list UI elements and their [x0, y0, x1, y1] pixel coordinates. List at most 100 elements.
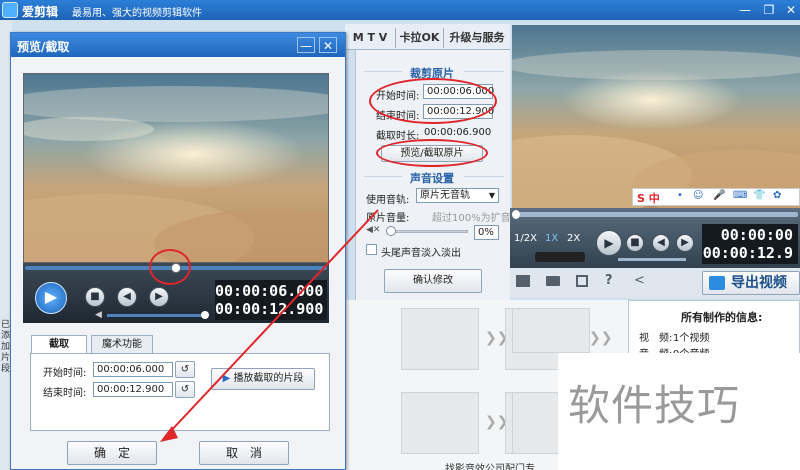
right-seek-handle[interactable]	[512, 210, 520, 219]
dialog-play-button[interactable]: ▶	[35, 282, 67, 314]
right-play-button[interactable]: ▶	[596, 230, 622, 256]
play-clip-icon: ▶	[222, 373, 234, 384]
duration-label: 截取时长:	[376, 131, 420, 142]
mute-speaker-icon[interactable]: ◀✕	[366, 225, 380, 235]
dialog-volume-slider[interactable]	[107, 314, 203, 317]
right-player-controls: 1/2X 1X 2X ▶ ■ ◀ ▶ 00:00:00 00:00:12.9	[510, 208, 800, 268]
crop-tab-body: 开始时间: 00:00:06.000 ↺ 结束时间: 00:00:12.900 …	[30, 353, 330, 431]
fade-checkbox[interactable]	[366, 244, 377, 255]
volume-hint: 超过100%为扩音	[432, 213, 511, 224]
dialog-player-controls: ▶ ■ ◀ ▶ ◀ 00:00:06.000 00:00:12.900	[23, 263, 329, 323]
tab-karaoke[interactable]: 卡拉OK	[395, 28, 443, 48]
keyboard-icon[interactable]: ⌨	[733, 190, 747, 201]
dialog-end-field[interactable]: 00:00:12.900	[93, 382, 173, 397]
ime-icon-dot[interactable]: •	[677, 190, 683, 201]
tab-upgrade-service[interactable]: 升级与服务	[443, 28, 510, 48]
volume-label: 原片音量:	[366, 213, 410, 224]
app-logo-icon	[2, 2, 18, 18]
export-video-button[interactable]: 导出视频	[702, 271, 800, 295]
tab-crop[interactable]: 截取	[31, 335, 87, 353]
speed-half[interactable]: 1/2X	[514, 233, 537, 244]
app-slogan: 最易用、强大的视频剪辑软件	[72, 8, 202, 19]
track-select-value: 原片无音轨	[420, 190, 470, 201]
dialog-speaker-icon[interactable]: ◀	[95, 310, 102, 320]
save-icon[interactable]	[576, 275, 588, 287]
dialog-title: 预览/截取	[17, 40, 70, 54]
dialog-start-pick-icon[interactable]: ↺	[175, 361, 195, 378]
emoji-icon[interactable]: ☺	[693, 190, 703, 201]
skin-icon[interactable]: 👕	[753, 190, 765, 201]
dialog-ok-button[interactable]: 确 定	[67, 441, 157, 465]
right-seek-bar[interactable]	[512, 212, 798, 217]
dialog-time-total: 00:00:12.900	[215, 300, 324, 318]
dialog-stop-button[interactable]: ■	[85, 287, 105, 307]
dialog-start-field[interactable]: 00:00:06.000	[93, 362, 173, 377]
speed-1x[interactable]: 1X	[545, 233, 558, 244]
folder-icon[interactable]	[546, 276, 560, 286]
watermark-text: 软件技巧	[568, 381, 741, 430]
film-icon[interactable]	[516, 275, 530, 287]
stats-panel: 所有制作的信息: 视 频: 1个视频 音 频: 0个音频	[628, 300, 800, 360]
right-stop-button[interactable]: ■	[626, 234, 644, 252]
clip-slot[interactable]	[401, 308, 479, 370]
dialog-minimize-button[interactable]: —	[297, 37, 315, 53]
preview-crop-dialog: 预览/截取 — ✕ ▶ ■ ◀ ▶ ◀ 00:00:06.000 00:00:1…	[10, 32, 346, 470]
dialog-end-label: 结束时间:	[43, 388, 87, 399]
dialog-volume-handle[interactable]	[201, 311, 209, 319]
dialog-prev-frame-button[interactable]: ◀	[117, 287, 137, 307]
dialog-end-pick-icon[interactable]: ↺	[175, 381, 195, 398]
share-icon[interactable]: <	[634, 273, 645, 288]
volume-value-field[interactable]: 0%	[474, 225, 499, 240]
restore-button[interactable]: ❐	[760, 1, 778, 19]
chevron-right-icon: ❯❯	[589, 330, 613, 346]
dialog-title-bar: 预览/截取 — ✕	[11, 33, 345, 57]
minimize-button[interactable]: —	[736, 1, 754, 19]
speed-2x[interactable]: 2X	[567, 233, 580, 244]
end-time-label: 结束时间:	[376, 111, 420, 122]
tab-mtv[interactable]: M T V	[345, 28, 395, 48]
start-time-field[interactable]: 00:00:06.000	[423, 84, 494, 99]
right-next-frame-button[interactable]: ▶	[676, 234, 694, 252]
dialog-next-frame-button[interactable]: ▶	[149, 287, 169, 307]
export-video-label: 导出视频	[731, 275, 787, 291]
start-time-label: 开始时间:	[376, 91, 420, 102]
close-window-button[interactable]: ✕	[782, 1, 800, 19]
volume-slider-handle[interactable]	[386, 226, 396, 236]
microphone-icon[interactable]: 🎤	[713, 190, 725, 201]
play-clip-button[interactable]: ▶ 播放截取的片段	[211, 368, 315, 390]
export-toolbar: ? < 导出视频	[510, 268, 800, 298]
play-clip-label: 播放截取的片段	[233, 373, 304, 384]
right-time-total: 00:00:12.9	[702, 244, 793, 262]
duration-value: 00:00:06.900	[424, 127, 492, 138]
end-time-field[interactable]: 00:00:12.900	[423, 104, 494, 119]
dialog-start-label: 开始时间:	[43, 368, 87, 379]
export-icon	[709, 276, 725, 290]
right-volume-slider[interactable]	[618, 258, 686, 261]
settings-flower-icon[interactable]: ✿	[773, 190, 781, 201]
confirm-edit-button[interactable]: 确认修改	[384, 269, 482, 293]
preview-crop-button[interactable]: 预览/截取原片	[381, 145, 483, 162]
dialog-video-preview	[23, 73, 329, 263]
ime-toolbar[interactable]: S 中 • ☺ 🎤 ⌨ 👕 ✿	[632, 188, 800, 206]
dialog-close-button[interactable]: ✕	[319, 37, 337, 53]
fade-label: 头尾声音淡入淡出	[381, 248, 461, 259]
right-time-current: 00:00:00	[720, 226, 793, 244]
help-icon[interactable]: ?	[605, 273, 613, 288]
track-label: 使用音轨:	[366, 195, 410, 206]
app-title-bar: 爱剪辑 最易用、强大的视频剪辑软件 — ❐ ✕	[0, 0, 800, 20]
main-tab-bar: M T V 卡拉OK 升级与服务	[345, 24, 510, 50]
dialog-cancel-button[interactable]: 取 消	[199, 441, 289, 465]
track-select[interactable]: 原片无音轨 ▼	[416, 188, 499, 203]
volume-slider-track[interactable]	[388, 230, 468, 233]
speed-slider[interactable]	[535, 252, 585, 262]
crop-settings-panel: 裁剪原片 开始时间: 00:00:06.000 结束时间: 00:00:12.9…	[355, 50, 511, 300]
right-prev-frame-button[interactable]: ◀	[652, 234, 670, 252]
dialog-time-current: 00:00:06.000	[215, 282, 324, 300]
clip-slot[interactable]	[401, 392, 479, 454]
tab-magic[interactable]: 魔术功能	[91, 335, 153, 353]
clip-slot[interactable]	[512, 308, 590, 353]
audio-section-title: 声音设置	[410, 172, 454, 185]
dialog-seek-handle[interactable]	[171, 263, 181, 273]
stats-video-value: 1个视频	[673, 333, 710, 344]
app-name: 爱剪辑	[22, 5, 59, 19]
